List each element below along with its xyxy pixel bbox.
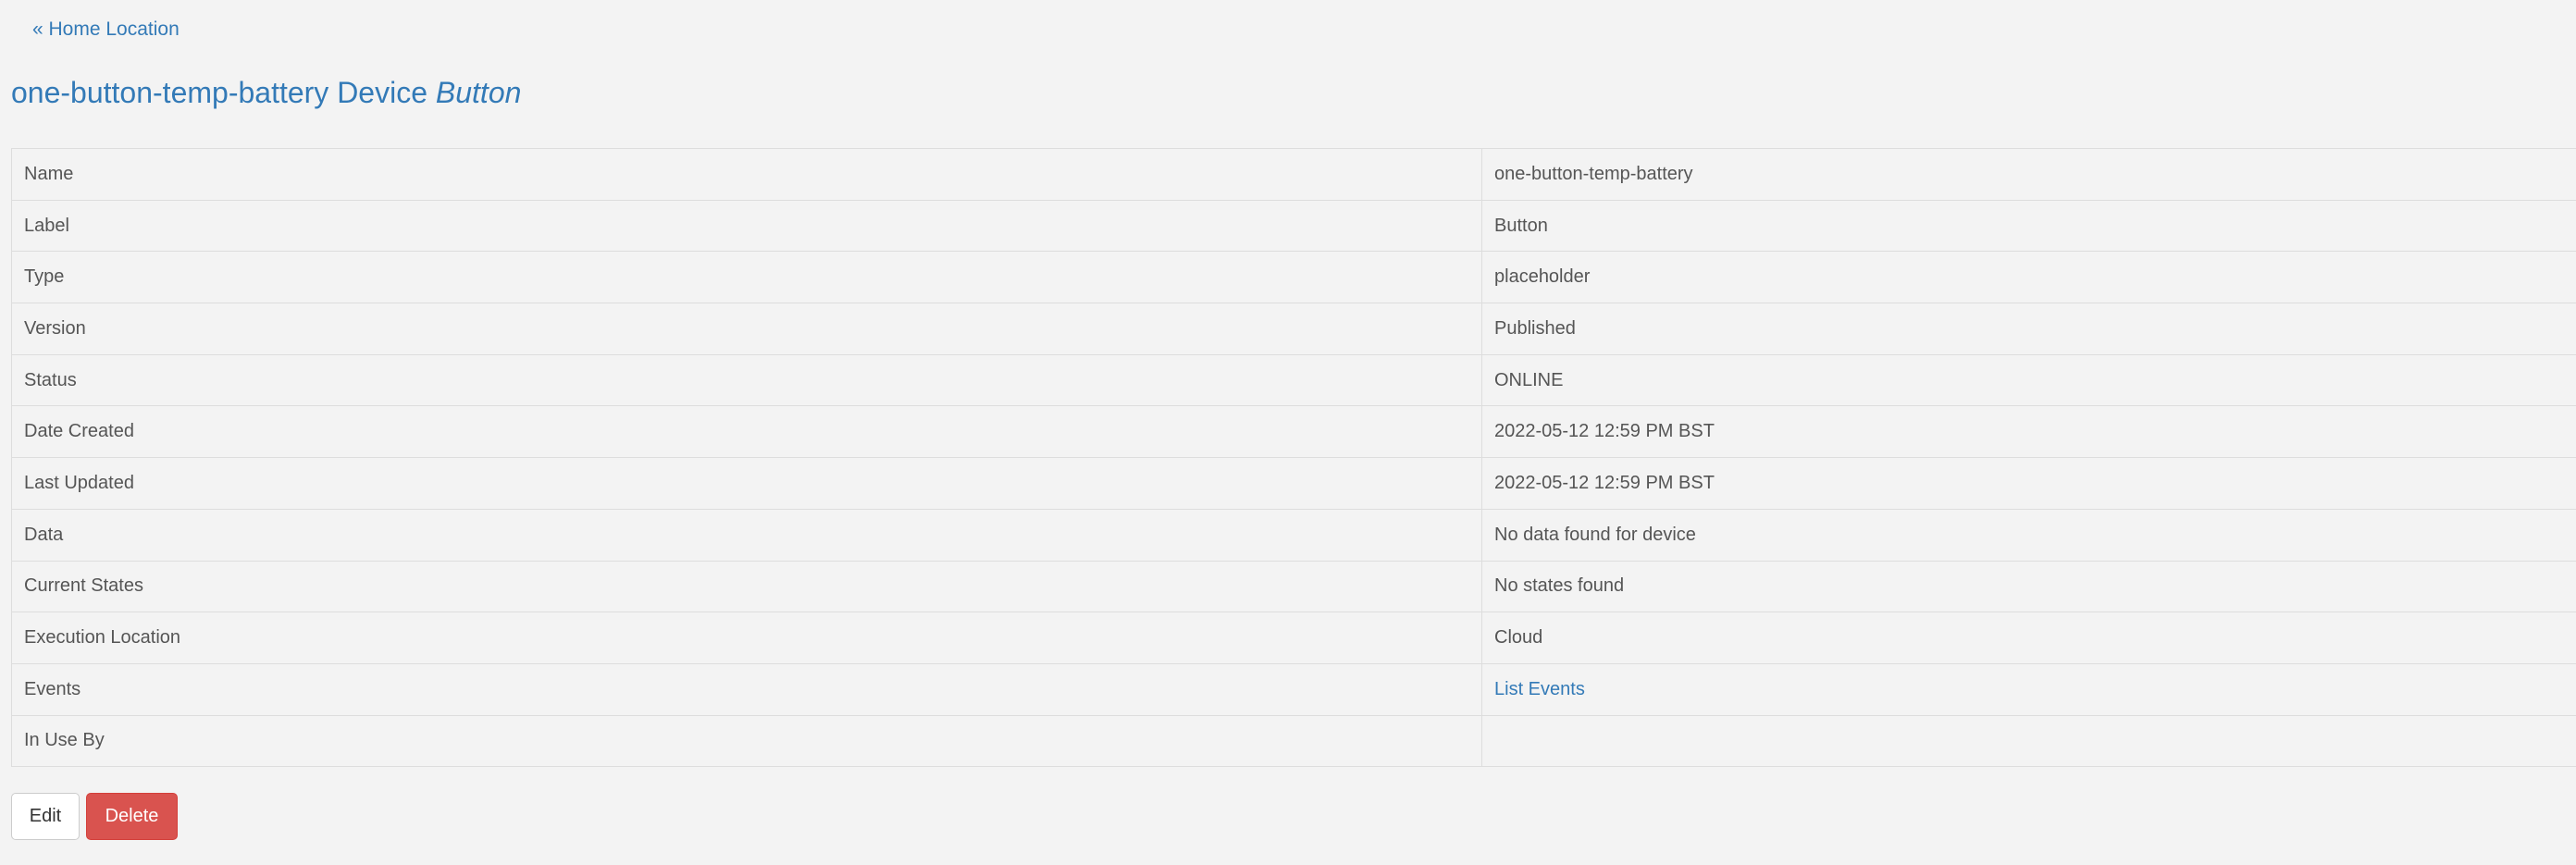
table-row: Events List Events: [11, 662, 2576, 716]
row-value: Button: [1481, 199, 2576, 253]
row-value: No data found for device: [1481, 508, 2576, 562]
row-key: Events: [11, 662, 1482, 716]
row-value: No states found: [1481, 560, 2576, 613]
row-key: In Use By: [11, 714, 1482, 768]
home-location-back-link[interactable]: « Home Location: [32, 19, 180, 41]
row-value: 2022-05-12 12:59 PM BST: [1481, 405, 2576, 459]
row-key: Label: [11, 199, 1482, 253]
table-row: Version Published: [11, 303, 2576, 355]
table-row: Last Updated 2022-05-12 12:59 PM BST: [11, 457, 2576, 510]
table-row: Name one-button-temp-battery: [11, 148, 2576, 201]
edit-button[interactable]: Edit: [11, 793, 80, 840]
row-key: Last Updated: [11, 457, 1482, 510]
page-title: one-button-temp-battery Device Button: [11, 76, 521, 110]
device-details-page: « Home Location one-button-temp-battery …: [0, 0, 2576, 865]
table-row: Data No data found for device: [11, 508, 2576, 562]
row-key: Status: [11, 353, 1482, 407]
table-row: Label Button: [11, 199, 2576, 253]
row-key: Date Created: [11, 405, 1482, 459]
row-value: Published: [1481, 303, 2576, 355]
row-value: [1481, 714, 2576, 768]
device-label-title: Button: [435, 76, 522, 109]
row-key: Execution Location: [11, 612, 1482, 664]
table-row: Current States No states found: [11, 560, 2576, 613]
table-row: Execution Location Cloud: [11, 612, 2576, 664]
row-value: one-button-temp-battery: [1481, 148, 2576, 201]
action-buttons: Edit Delete: [11, 793, 178, 840]
row-key: Current States: [11, 560, 1482, 613]
row-value: Cloud: [1481, 612, 2576, 664]
row-value: 2022-05-12 12:59 PM BST: [1481, 457, 2576, 510]
table-row: Type placeholder: [11, 251, 2576, 304]
row-value: ONLINE: [1481, 353, 2576, 407]
row-key: Data: [11, 508, 1482, 562]
row-key: Type: [11, 251, 1482, 304]
row-value: placeholder: [1481, 251, 2576, 304]
events-value-cell: List Events: [1481, 662, 2576, 716]
delete-button[interactable]: Delete: [86, 793, 178, 840]
device-title-text: one-button-temp-battery Device: [11, 76, 427, 109]
device-details-table: Name one-button-temp-battery Label Butto…: [11, 148, 2576, 768]
list-events-link[interactable]: List Events: [1494, 679, 1585, 699]
table-row: Date Created 2022-05-12 12:59 PM BST: [11, 405, 2576, 459]
table-row: In Use By: [11, 714, 2576, 768]
row-key: Name: [11, 148, 1482, 201]
table-row: Status ONLINE: [11, 353, 2576, 407]
row-key: Version: [11, 303, 1482, 355]
